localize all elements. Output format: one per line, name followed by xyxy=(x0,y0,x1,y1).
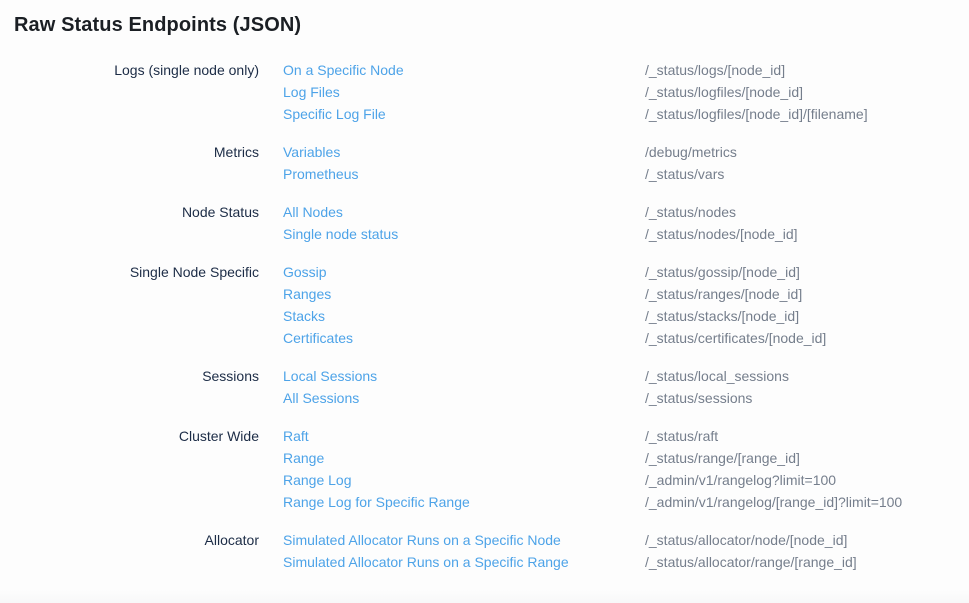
endpoint-link[interactable]: Raft xyxy=(283,425,309,447)
category-label xyxy=(0,81,283,103)
endpoint-link[interactable]: Variables xyxy=(283,141,340,163)
endpoint-link[interactable]: Range Log for Specific Range xyxy=(283,491,470,513)
category-label xyxy=(0,469,283,491)
endpoint-link[interactable]: Specific Log File xyxy=(283,103,386,125)
endpoint-link[interactable]: Log Files xyxy=(283,81,340,103)
page-bottom-fade xyxy=(0,590,969,603)
endpoint-link[interactable]: All Nodes xyxy=(283,201,343,223)
endpoint-row: Metrics Variables /debug/metrics xyxy=(0,141,969,163)
endpoint-path: /_status/local_sessions xyxy=(645,365,969,387)
endpoint-link[interactable]: Stacks xyxy=(283,305,325,327)
endpoint-link[interactable]: Single node status xyxy=(283,223,398,245)
endpoint-row: Range /_status/range/[range_id] xyxy=(0,447,969,469)
endpoint-group: Node Status All Nodes /_status/nodes Sin… xyxy=(0,201,969,245)
endpoint-group: Metrics Variables /debug/metrics Prometh… xyxy=(0,141,969,185)
endpoint-group: Single Node Specific Gossip /_status/gos… xyxy=(0,261,969,349)
endpoint-link[interactable]: Simulated Allocator Runs on a Specific R… xyxy=(283,551,569,573)
endpoint-row: Cluster Wide Raft /_status/raft xyxy=(0,425,969,447)
endpoint-path: /debug/metrics xyxy=(645,141,969,163)
endpoints-table: Logs (single node only) On a Specific No… xyxy=(0,59,969,573)
endpoint-path: /_status/logfiles/[node_id]/[filename] xyxy=(645,103,969,125)
category-label xyxy=(0,305,283,327)
endpoint-row: Prometheus /_status/vars xyxy=(0,163,969,185)
endpoint-group: Sessions Local Sessions /_status/local_s… xyxy=(0,365,969,409)
category-label: Single Node Specific xyxy=(0,261,283,283)
category-label xyxy=(0,447,283,469)
endpoint-link[interactable]: Ranges xyxy=(283,283,331,305)
category-label: Allocator xyxy=(0,529,283,551)
category-label: Logs (single node only) xyxy=(0,59,283,81)
endpoint-path: /_status/stacks/[node_id] xyxy=(645,305,969,327)
endpoint-path: /_status/gossip/[node_id] xyxy=(645,261,969,283)
endpoint-path: /_status/nodes xyxy=(645,201,969,223)
endpoint-link[interactable]: Local Sessions xyxy=(283,365,377,387)
category-label xyxy=(0,223,283,245)
category-label: Cluster Wide xyxy=(0,425,283,447)
category-label xyxy=(0,491,283,513)
endpoint-group: Cluster Wide Raft /_status/raft Range /_… xyxy=(0,425,969,513)
category-label xyxy=(0,327,283,349)
endpoint-row: Single Node Specific Gossip /_status/gos… xyxy=(0,261,969,283)
endpoint-path: /_status/logs/[node_id] xyxy=(645,59,969,81)
endpoint-path: /_status/vars xyxy=(645,163,969,185)
endpoint-path: /_status/range/[range_id] xyxy=(645,447,969,469)
endpoint-row: All Sessions /_status/sessions xyxy=(0,387,969,409)
category-label: Sessions xyxy=(0,365,283,387)
endpoint-path: /_admin/v1/rangelog/[range_id]?limit=100 xyxy=(645,491,969,513)
endpoint-group: Logs (single node only) On a Specific No… xyxy=(0,59,969,125)
endpoint-row: Ranges /_status/ranges/[node_id] xyxy=(0,283,969,305)
endpoint-row: Stacks /_status/stacks/[node_id] xyxy=(0,305,969,327)
endpoint-row: Certificates /_status/certificates/[node… xyxy=(0,327,969,349)
category-label xyxy=(0,387,283,409)
endpoint-link[interactable]: Range xyxy=(283,447,324,469)
endpoint-row: Range Log /_admin/v1/rangelog?limit=100 xyxy=(0,469,969,491)
category-label xyxy=(0,283,283,305)
endpoint-row: Node Status All Nodes /_status/nodes xyxy=(0,201,969,223)
endpoint-row: Range Log for Specific Range /_admin/v1/… xyxy=(0,491,969,513)
endpoint-path: /_status/logfiles/[node_id] xyxy=(645,81,969,103)
endpoint-row: Single node status /_status/nodes/[node_… xyxy=(0,223,969,245)
endpoint-link[interactable]: Prometheus xyxy=(283,163,358,185)
endpoint-path: /_status/nodes/[node_id] xyxy=(645,223,969,245)
category-label xyxy=(0,163,283,185)
endpoint-row: Logs (single node only) On a Specific No… xyxy=(0,59,969,81)
endpoint-row: Allocator Simulated Allocator Runs on a … xyxy=(0,529,969,551)
endpoint-row: Log Files /_status/logfiles/[node_id] xyxy=(0,81,969,103)
endpoint-link[interactable]: Certificates xyxy=(283,327,353,349)
endpoint-link[interactable]: Simulated Allocator Runs on a Specific N… xyxy=(283,529,561,551)
category-label: Metrics xyxy=(0,141,283,163)
endpoint-path: /_status/allocator/node/[node_id] xyxy=(645,529,969,551)
raw-status-endpoints-page: Raw Status Endpoints (JSON) Logs (single… xyxy=(0,13,969,573)
endpoint-path: /_status/sessions xyxy=(645,387,969,409)
page-title: Raw Status Endpoints (JSON) xyxy=(14,13,969,37)
endpoint-row: Specific Log File /_status/logfiles/[nod… xyxy=(0,103,969,125)
category-label xyxy=(0,103,283,125)
endpoint-link[interactable]: On a Specific Node xyxy=(283,59,404,81)
endpoint-row: Simulated Allocator Runs on a Specific R… xyxy=(0,551,969,573)
endpoint-link[interactable]: Range Log xyxy=(283,469,352,491)
endpoint-path: /_admin/v1/rangelog?limit=100 xyxy=(645,469,969,491)
category-label: Node Status xyxy=(0,201,283,223)
endpoint-path: /_status/certificates/[node_id] xyxy=(645,327,969,349)
endpoint-path: /_status/ranges/[node_id] xyxy=(645,283,969,305)
category-label xyxy=(0,551,283,573)
endpoint-group: Allocator Simulated Allocator Runs on a … xyxy=(0,529,969,573)
endpoint-link[interactable]: All Sessions xyxy=(283,387,359,409)
endpoint-path: /_status/allocator/range/[range_id] xyxy=(645,551,969,573)
endpoint-row: Sessions Local Sessions /_status/local_s… xyxy=(0,365,969,387)
endpoint-link[interactable]: Gossip xyxy=(283,261,327,283)
endpoint-path: /_status/raft xyxy=(645,425,969,447)
